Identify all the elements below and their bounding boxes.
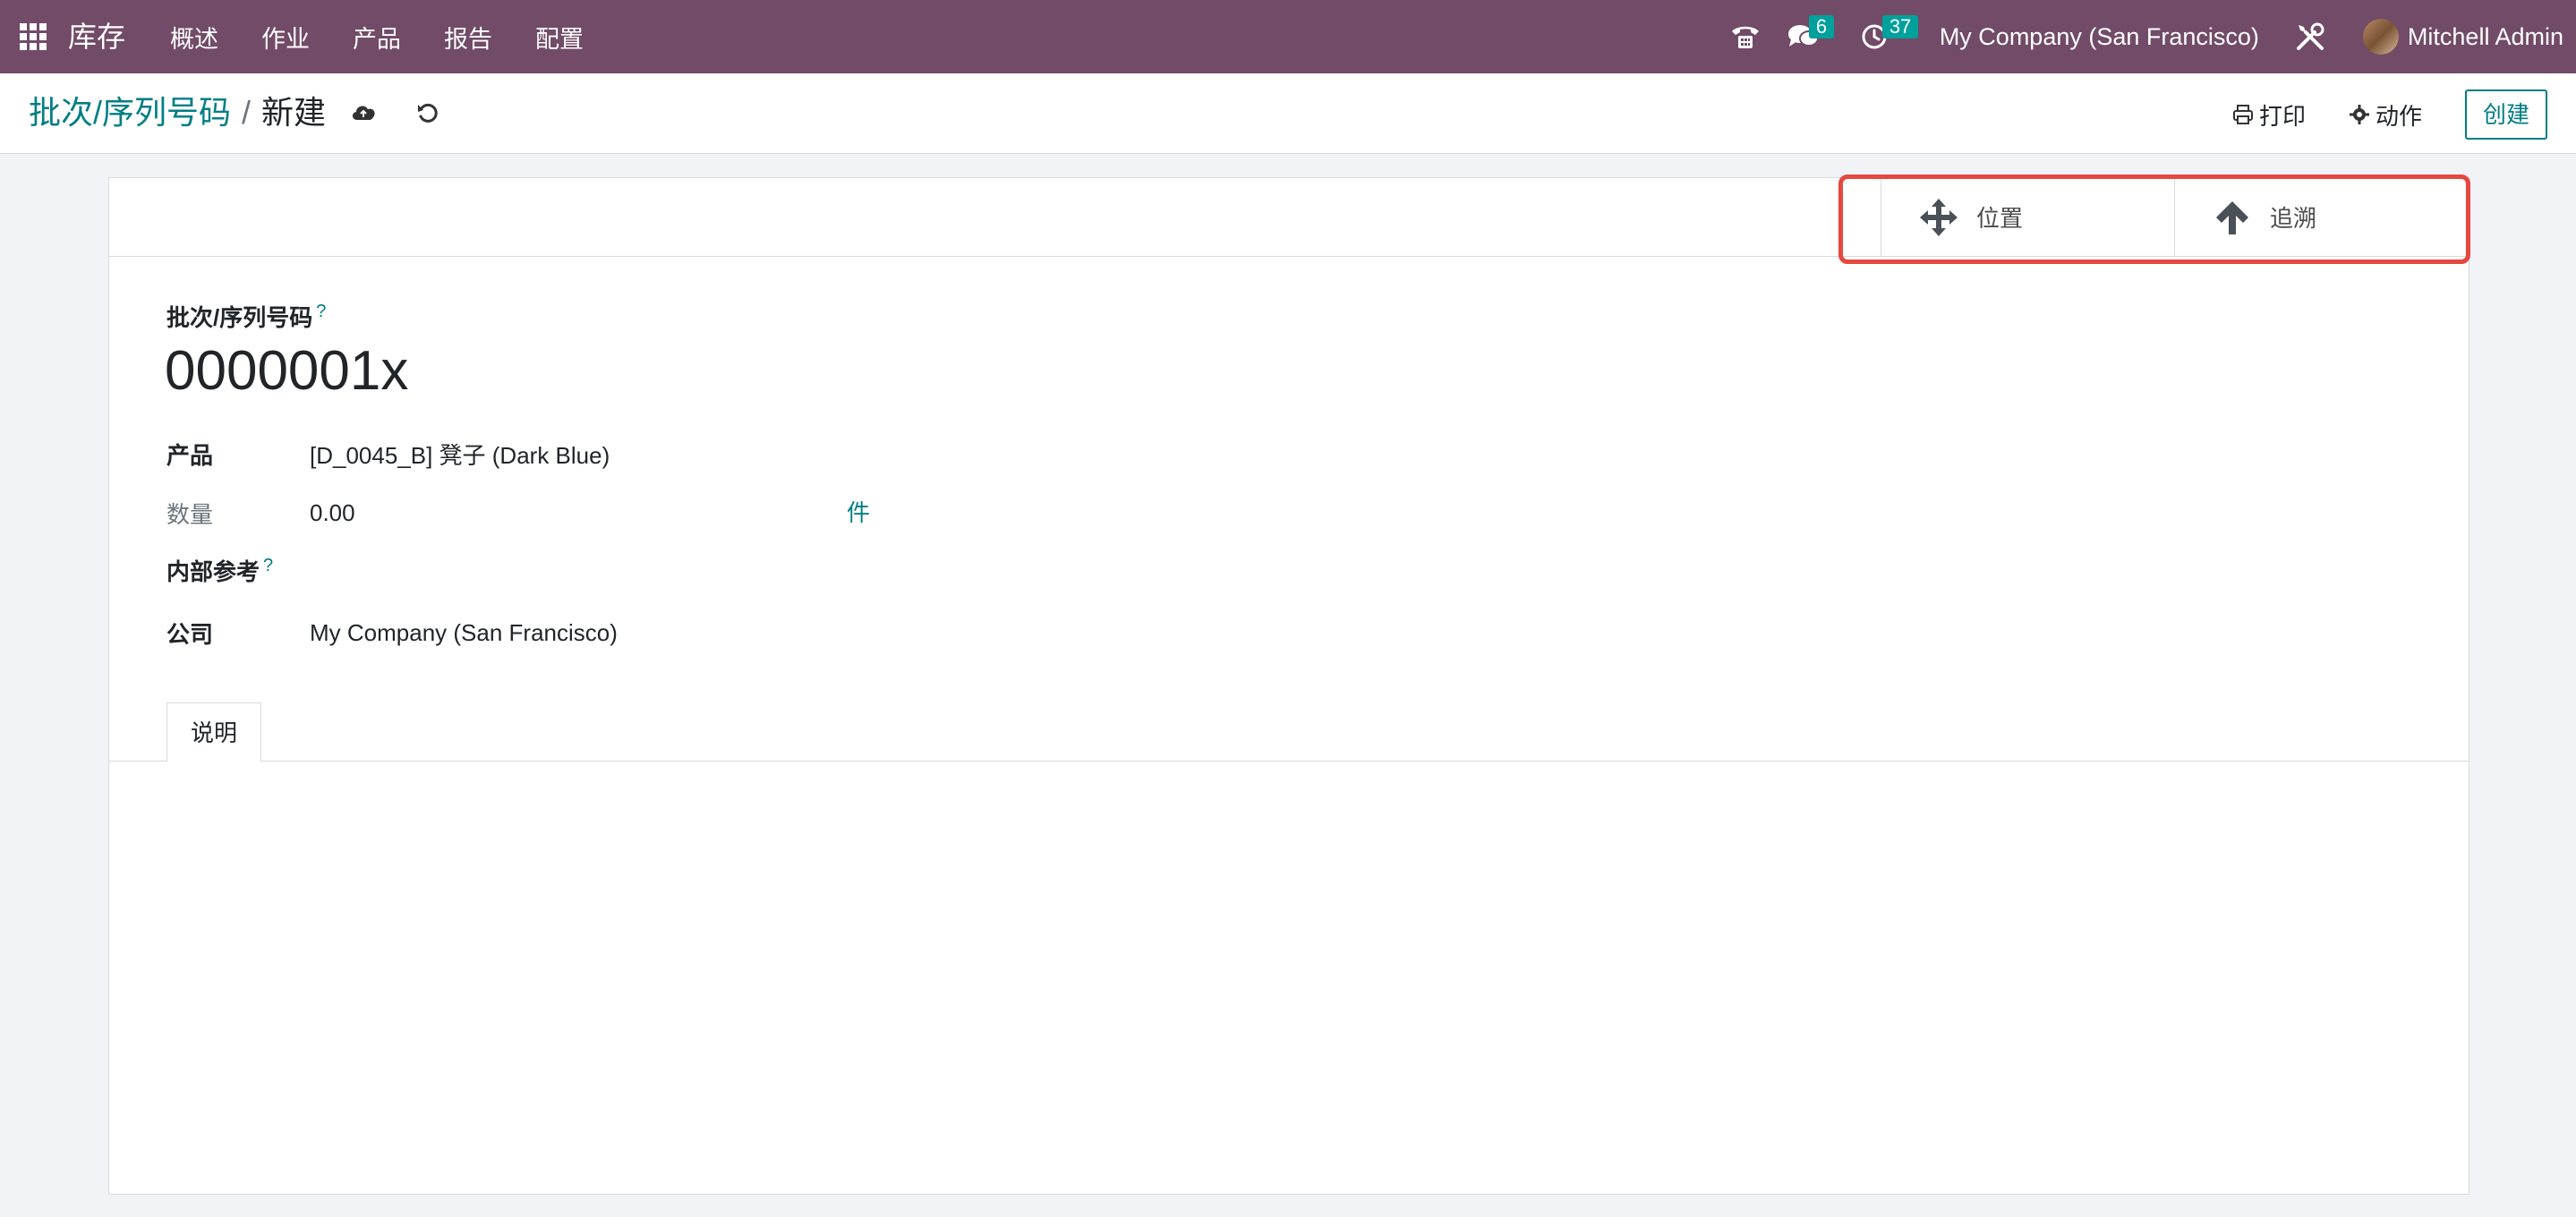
- company-label: 公司: [166, 620, 214, 648]
- print-label: 打印: [2258, 102, 2306, 130]
- debug-tools-icon[interactable]: [2295, 19, 2325, 55]
- product-field-row: 产品 [D_0045_B] 凳子 (Dark Blue): [166, 436, 610, 472]
- main-menu: 概述 作业 产品 报告 配置: [170, 0, 627, 73]
- menu-item-overview[interactable]: 概述: [170, 20, 218, 55]
- company-field[interactable]: My Company (San Francisco): [310, 619, 618, 647]
- app-title[interactable]: 库存: [68, 18, 125, 55]
- apps-grid-icon[interactable]: [20, 23, 47, 50]
- menu-item-reporting[interactable]: 报告: [444, 20, 492, 55]
- phone-icon[interactable]: [1730, 19, 1761, 55]
- uom-link[interactable]: 件: [847, 495, 870, 531]
- action-label: 动作: [2375, 102, 2422, 130]
- lot-name-label: 批次/序列号码?: [166, 300, 326, 333]
- messages-count-badge: 6: [1808, 15, 1835, 38]
- quantity-field-row: 数量 0.00 件: [166, 495, 972, 531]
- help-tooltip-icon[interactable]: ?: [316, 302, 326, 321]
- help-tooltip-icon[interactable]: ?: [263, 556, 273, 575]
- save-button[interactable]: [349, 98, 378, 127]
- cloud-upload-icon: [352, 106, 375, 120]
- activities-button[interactable]: 37: [1861, 15, 1919, 55]
- gear-icon: [2349, 105, 2369, 124]
- top-navbar: 库存 概述 作业 产品 报告 配置 6 37 My Company (San F…: [0, 0, 2576, 73]
- internal-ref-input[interactable]: [291, 554, 649, 586]
- printer-icon: [2232, 105, 2253, 124]
- product-field[interactable]: [D_0045_B] 凳子 (Dark Blue): [310, 438, 610, 471]
- messages-button[interactable]: 6: [1787, 15, 1835, 55]
- lot-name-input[interactable]: 0000001x: [165, 337, 408, 405]
- breadcrumb-separator: /: [242, 94, 252, 131]
- lot-name-label-text: 批次/序列号码: [166, 304, 313, 331]
- product-label: 产品: [166, 441, 214, 469]
- form-notebook: 说明: [109, 702, 2469, 762]
- action-menu-button[interactable]: 动作: [2349, 98, 2422, 132]
- smart-button-box: 位置 追溯: [109, 178, 2469, 257]
- navbar-systray: 6 37 My Company (San Francisco) Mitchell…: [1730, 0, 2576, 73]
- control-panel: 批次/序列号码 / 新建 打印 动作 创建: [0, 73, 2576, 154]
- internal-ref-label-text: 内部参考: [166, 557, 260, 585]
- arrow-up-icon: [2211, 196, 2254, 239]
- company-switcher[interactable]: My Company (San Francisco): [1940, 23, 2259, 51]
- tab-description[interactable]: 说明: [166, 702, 262, 762]
- internal-ref-field-row: 内部参考?: [166, 552, 649, 588]
- undo-icon: [418, 103, 438, 123]
- traceability-smart-button[interactable]: 追溯: [2174, 178, 2468, 256]
- breadcrumb-parent-link[interactable]: 批次/序列号码: [29, 93, 231, 132]
- locations-label: 位置: [1976, 205, 2024, 232]
- menu-item-configuration[interactable]: 配置: [535, 20, 584, 55]
- company-field-row: 公司 My Company (San Francisco): [166, 615, 618, 651]
- activities-count-badge: 37: [1881, 15, 1919, 38]
- breadcrumb-current: 新建: [261, 94, 327, 131]
- menu-item-operations[interactable]: 作业: [261, 20, 310, 55]
- control-panel-actions: 打印 动作 创建: [2232, 89, 2547, 140]
- quantity-label: 数量: [166, 500, 214, 528]
- locations-smart-button[interactable]: 位置: [1881, 178, 2174, 256]
- user-menu[interactable]: Mitchell Admin: [2408, 23, 2563, 51]
- internal-ref-label: 内部参考?: [166, 554, 273, 587]
- form-sheet: 位置 追溯 批次/序列号码? 0000001x 产品 [D_0045_B] 凳子…: [108, 177, 2469, 1195]
- move-arrows-icon: [1917, 196, 1960, 239]
- menu-item-products[interactable]: 产品: [353, 20, 401, 55]
- quantity-field: 0.00: [310, 498, 355, 526]
- discard-button[interactable]: [414, 98, 442, 127]
- breadcrumb: 批次/序列号码 / 新建: [29, 93, 326, 132]
- print-menu-button[interactable]: 打印: [2232, 98, 2306, 132]
- traceability-label: 追溯: [2270, 205, 2317, 232]
- create-button[interactable]: 创建: [2464, 89, 2547, 140]
- user-avatar[interactable]: [2362, 19, 2399, 55]
